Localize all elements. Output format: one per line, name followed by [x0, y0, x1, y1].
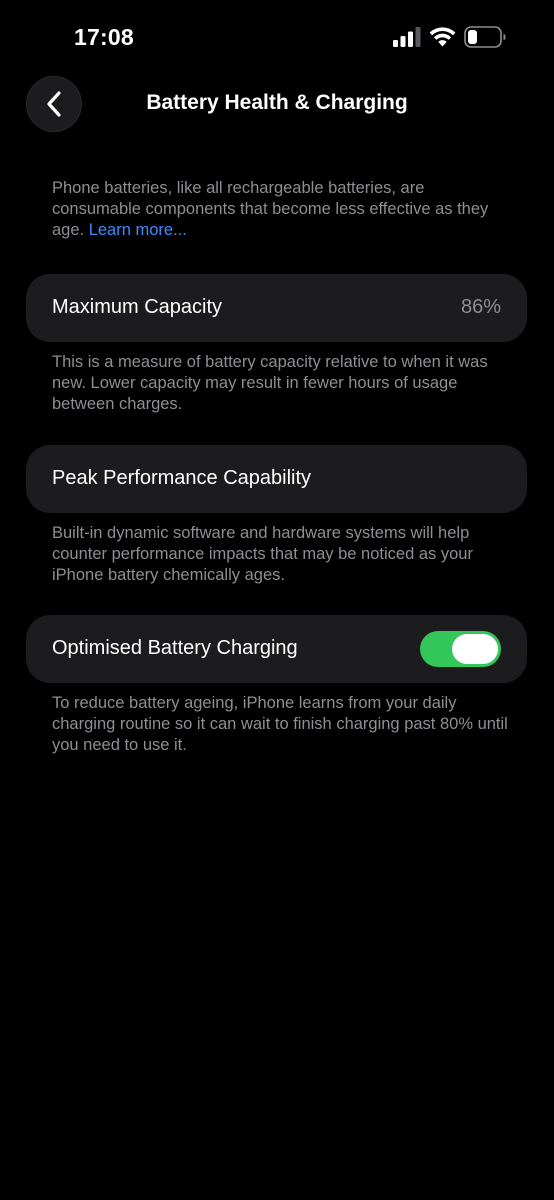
- battery-icon: [464, 26, 506, 48]
- optimised-charging-toggle[interactable]: [420, 631, 501, 667]
- peak-performance-label: Peak Performance Capability: [52, 467, 312, 489]
- peak-performance-description: Built-in dynamic software and hardware s…: [52, 524, 473, 584]
- learn-more-link[interactable]: Learn more...: [89, 221, 187, 239]
- wifi-icon: [429, 27, 456, 47]
- maximum-capacity-label: Maximum Capacity: [52, 296, 223, 318]
- maximum-capacity-description: This is a measure of battery capacity re…: [52, 353, 488, 413]
- status-bar: 17:08: [0, 0, 554, 76]
- optimised-charging-row: Optimised Battery Charging: [26, 615, 527, 683]
- optimised-charging-description: To reduce battery ageing, iPhone learns …: [52, 694, 508, 754]
- signal-icon: [393, 27, 421, 47]
- status-time: 17:08: [74, 24, 134, 50]
- optimised-charging-label: Optimised Battery Charging: [52, 637, 298, 659]
- maximum-capacity-row: Maximum Capacity 86%: [26, 274, 527, 342]
- toggle-knob: [452, 634, 498, 664]
- page-title: Battery Health & Charging: [146, 91, 408, 114]
- intro-text: Phone batteries, like all rechargeable b…: [52, 178, 512, 241]
- peak-performance-row[interactable]: Peak Performance Capability: [26, 445, 527, 513]
- nav-bar: Battery Health & Charging: [0, 76, 554, 134]
- maximum-capacity-value: 86%: [460, 296, 501, 318]
